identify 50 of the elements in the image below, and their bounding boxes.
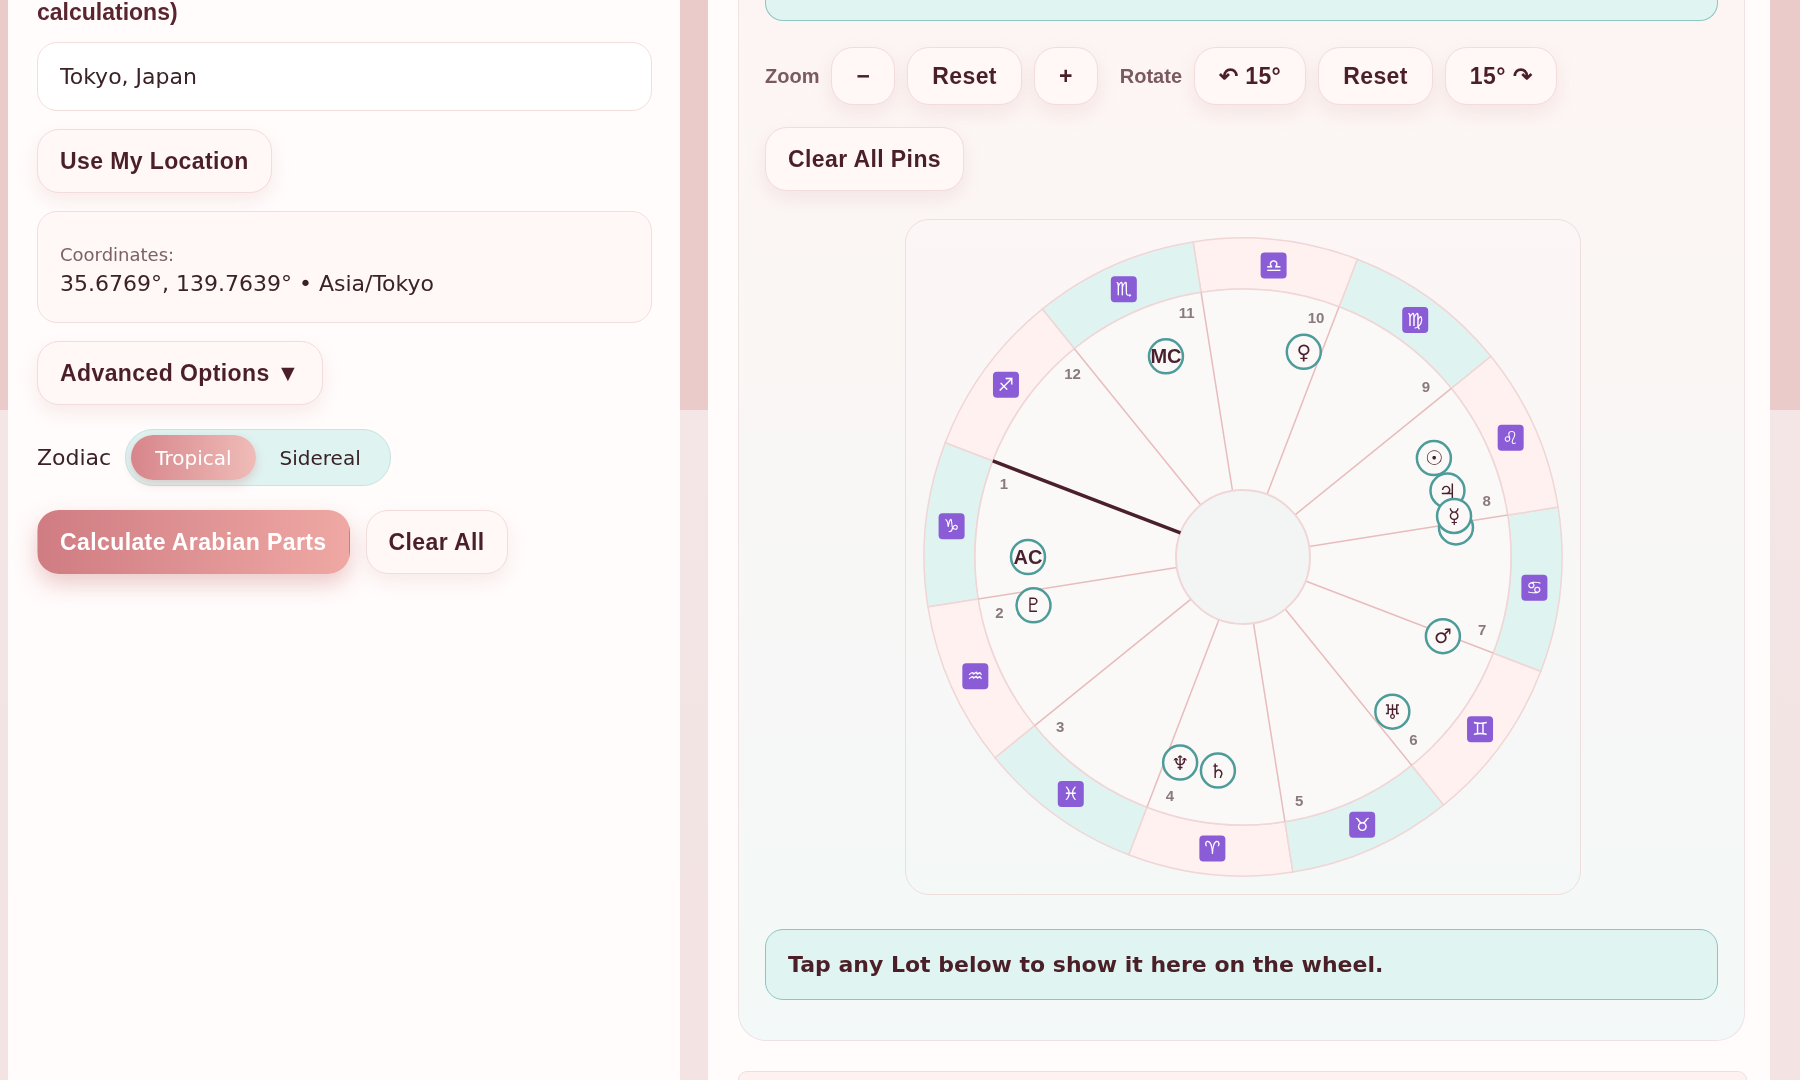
planet-marker[interactable]: ♅ [1374,693,1411,730]
zodiac-sign-badge: ♋ [1521,574,1548,601]
house-number: 12 [1064,365,1081,383]
zodiac-label: Zodiac [37,445,112,470]
planet-marker[interactable]: ♆ [1161,744,1199,781]
rotate-label: Rotate [1119,64,1182,88]
location-field[interactable]: Tokyo, Japan [37,42,652,111]
house-number: 8 [1482,491,1491,509]
house-number: 9 [1421,377,1430,395]
house-number: 10 [1307,308,1325,326]
house-number: 7 [1477,621,1487,639]
planet-marker[interactable]: ♀ [1285,333,1323,371]
advanced-options-button[interactable]: Advanced Options ▼ [37,341,323,405]
zodiac-sign-badge: ♓ [1057,781,1084,808]
coordinates-value: 35.6769°, 139.7639° • Asia/Tokyo [60,271,435,296]
zodiac-sign-badge: ♊ [1467,716,1494,743]
section-heading: calculations) [37,0,178,24]
house-number: 3 [1056,718,1065,736]
zodiac-option[interactable]: Sidereal [255,435,385,480]
zoom-button[interactable]: Reset [907,47,1022,105]
zoom-label: Zoom [765,64,820,88]
planet-marker[interactable]: AC [1009,538,1047,576]
clear-pins-button[interactable]: Clear All Pins [765,127,965,191]
planet-marker[interactable]: ☿ [1435,497,1473,535]
house-number: 2 [995,604,1004,622]
house-number: 1 [999,474,1009,492]
zoom-button[interactable]: + [1033,47,1098,105]
use-location-button[interactable]: Use My Location [37,129,272,193]
rotate-button[interactable]: 15° ↷ [1444,47,1557,105]
house-number: 5 [1295,791,1304,809]
zodiac-sign-badge: ♒ [962,663,989,690]
zodiac-sign-badge: ♍ [1402,306,1429,333]
planet-marker[interactable]: ☉ [1415,439,1453,477]
hint-text: Tap any Lot below to show it here on the wheel. [765,929,1718,1000]
house-number: 6 [1409,730,1418,748]
zodiac-sign-badge: ♏ [1110,276,1137,303]
zodiac-sign-badge: ♉ [1349,811,1376,838]
zodiac-sign-badge: ♑ [938,513,965,540]
coordinates-label: Coordinates: [60,244,176,265]
house-number: 11 [1178,304,1195,322]
planet-marker[interactable]: ♂ [1424,617,1462,655]
planet-marker[interactable]: ♄ [1199,752,1237,789]
zodiac-sign-badge: ♈ [1199,835,1226,862]
planet-marker[interactable]: ♇ [1015,587,1052,624]
zoom-button[interactable]: − [831,47,896,105]
house-number: 4 [1165,787,1175,805]
rotate-button[interactable]: ↶ 15° [1194,47,1307,105]
clear-all-button[interactable]: Clear All [365,510,508,574]
rotate-button[interactable]: Reset [1318,47,1433,105]
planet-marker[interactable]: MC [1147,338,1185,375]
